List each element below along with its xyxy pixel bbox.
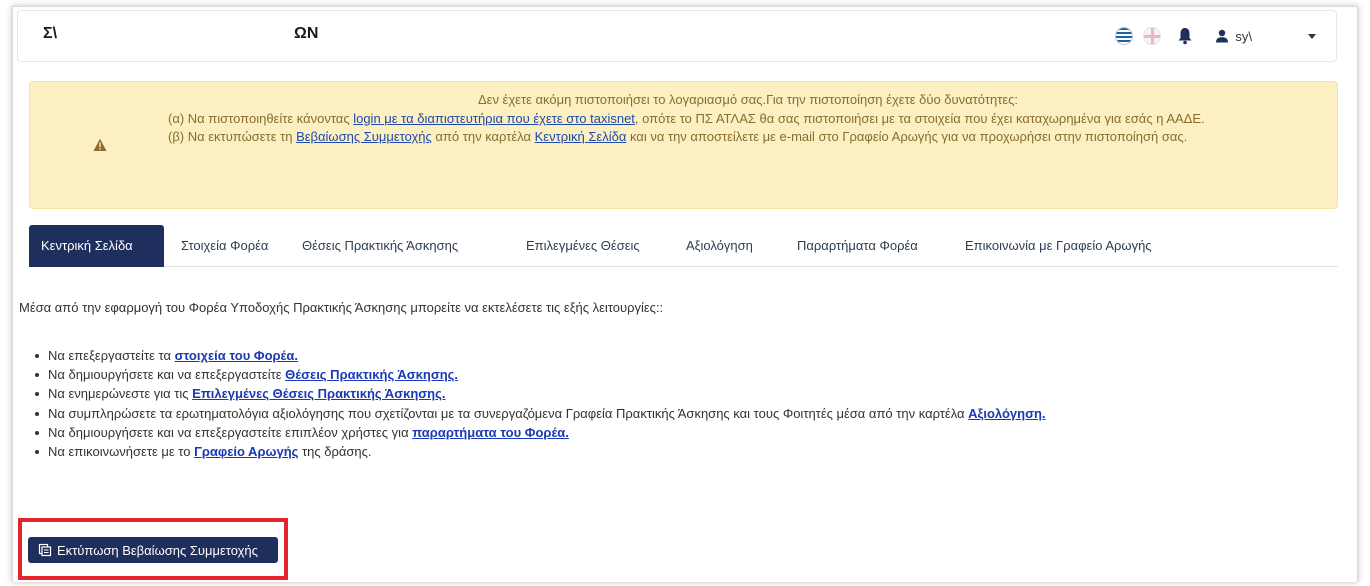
alert-option-b-suffix: και να την αποστείλετε με e-mail στο Γρα…: [626, 129, 1188, 144]
list-item-text: Να δημιουργήσετε και να επεξεργαστείτε ε…: [48, 424, 413, 440]
user-name[interactable]: sy\: [1235, 29, 1252, 44]
tab-home[interactable]: Κεντρική Σελίδα: [29, 225, 164, 267]
brand-title-right[interactable]: ΩN: [294, 25, 318, 43]
home-page-link[interactable]: Κεντρική Σελίδα: [535, 129, 627, 144]
list-item: Να συμπληρώσετε τα ερωτηματολόγια αξιολό…: [35, 404, 1046, 423]
tab-internship-positions[interactable]: Θέσεις Πρακτικής Άσκησης: [290, 225, 470, 267]
print-icon: [38, 543, 52, 557]
alert-option-b-mid: από την καρτέλα: [431, 129, 535, 144]
navbar-actions: sy\: [1115, 25, 1316, 47]
list-item: Να επικοινωνήσετε με το Γραφείο Αρωγής τ…: [35, 442, 1046, 461]
list-item: Να δημιουργήσετε και να επεξεργαστείτε ε…: [35, 423, 1046, 442]
bell-icon[interactable]: [1177, 27, 1193, 45]
list-item-suffix: της δράσης.: [298, 443, 372, 459]
features-list: Να επεξεργαστείτε τα στοιχεία του Φορέα.…: [35, 346, 1046, 461]
top-navbar: Σ\ ΩN sy\: [17, 10, 1337, 62]
alert-option-a-suffix: , οπότε το ΠΣ ΑΤΛΑΣ θα σας πιστοποιήσει …: [634, 110, 1205, 126]
uk-flag-icon[interactable]: [1143, 27, 1162, 45]
selected-positions-link[interactable]: Επιλεγμένες Θέσεις Πρακτικής Άσκησης.: [192, 386, 445, 401]
main-tabs: Κεντρική Σελίδα Στοιχεία Φορέα Θέσεις Πρ…: [29, 225, 1338, 267]
list-item-text: Να δημιουργήσετε και να επεξεργαστείτε: [48, 367, 286, 383]
taxisnet-login-link[interactable]: login με τα διαπιστευτήρια που έχετε στο…: [353, 111, 635, 126]
helpdesk-link[interactable]: Γραφείο Αρωγής: [194, 444, 298, 459]
tab-branches[interactable]: Παραρτήματα Φορέα: [785, 225, 930, 267]
tab-evaluation[interactable]: Αξιολόγηση: [674, 225, 765, 267]
list-item: Να ενημερώνεστε για τις Επιλεγμένες Θέσε…: [35, 384, 1046, 403]
list-item-text: Να ενημερώνεστε για τις: [48, 386, 193, 402]
brand-title-left[interactable]: Σ\: [43, 25, 57, 43]
organization-details-link[interactable]: στοιχεία του Φορέα.: [175, 348, 298, 363]
evaluation-link[interactable]: Αξιολόγηση.: [968, 406, 1045, 421]
list-item-text: Να επεξεργαστείτε τα: [48, 348, 175, 363]
user-icon[interactable]: [1215, 29, 1229, 43]
verification-alert: Δεν έχετε ακόμη πιστοποιήσει το λογαριασ…: [29, 81, 1338, 209]
list-item-text: Να συμπληρώσετε τα ερωτηματολόγια αξιολό…: [48, 405, 969, 421]
greek-flag-icon[interactable]: [1115, 27, 1134, 45]
alert-line-1: Δεν έχετε ακόμη πιστοποιήσει το λογαριασ…: [477, 92, 1019, 107]
tab-organization-details[interactable]: Στοιχεία Φορέα: [169, 225, 280, 267]
warning-icon: [93, 138, 107, 151]
print-certificate-button[interactable]: Εκτύπωση Βεβαίωσης Συμμετοχής: [28, 537, 278, 563]
intro-text: Μέσα από την εφαρμογή του Φορέα Υποδοχής…: [19, 300, 664, 315]
tab-selected-positions[interactable]: Επιλεγμένες Θέσεις: [514, 225, 652, 267]
print-button-label: Εκτύπωση Βεβαίωσης Συμμετοχής: [57, 542, 258, 558]
list-item: Να δημιουργήσετε και να επεξεργαστείτε Θ…: [35, 365, 1046, 384]
alert-message: Δεν έχετε ακόμη πιστοποιήσει το λογαριασ…: [168, 91, 1328, 147]
list-item: Να επεξεργαστείτε τα στοιχεία του Φορέα.: [35, 346, 1046, 365]
tab-contact-helpdesk[interactable]: Επικοινωνία με Γραφείο Αρωγής: [953, 225, 1164, 267]
branches-link[interactable]: παραρτήματα του Φορέα.: [412, 425, 569, 440]
internship-positions-link[interactable]: Θέσεις Πρακτικής Άσκησης.: [285, 367, 458, 382]
alert-option-a-prefix: (α) Να πιστοποιηθείτε κάνοντας: [168, 110, 354, 126]
list-item-text: Να επικοινωνήσετε με το: [48, 443, 195, 459]
participation-certificate-link[interactable]: Βεβαίωσης Συμμετοχής: [296, 129, 432, 144]
caret-down-icon[interactable]: [1308, 33, 1316, 39]
alert-option-b-prefix: (β) Να εκτυπώσετε τη: [168, 129, 297, 144]
